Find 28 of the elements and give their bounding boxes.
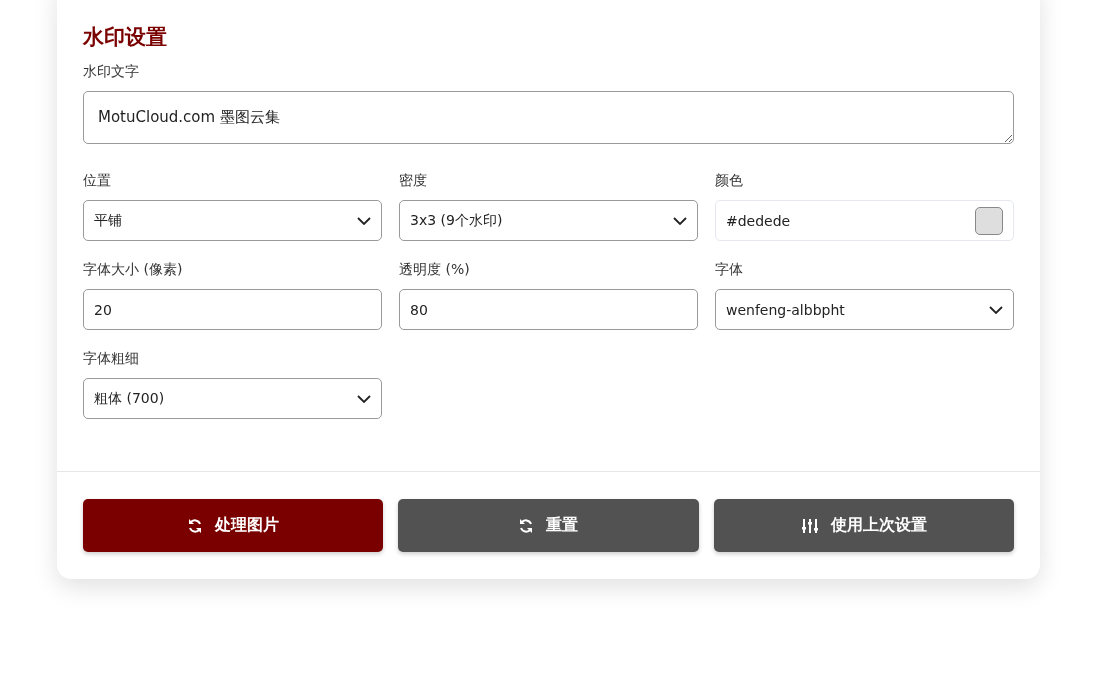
chevron-down-icon [357,216,371,225]
field-label: 字体粗细 [83,350,140,368]
chevron-down-icon [673,216,687,225]
input-field[interactable]: 80 [399,289,698,330]
chevron-down-icon [989,305,1003,314]
dropdown[interactable]: 粗体 (700) [83,378,382,419]
field-label: 透明度 (%) [399,261,471,279]
dropdown[interactable]: 3x3 (9个水印) [399,200,698,241]
field-label: 颜色 [715,172,744,190]
field-label: 水印文字 [83,63,140,81]
chevron-down-icon [357,394,371,403]
field-label: 位置 [83,172,112,190]
dropdown[interactable]: wenfeng-albbpht [715,289,1014,330]
refresh-icon [187,517,204,534]
action-button[interactable]: 使用上次设置 [713,499,1014,552]
field-label: 字体大小 (像素) [83,261,184,279]
watermark-text-field[interactable]: MotuCloud.com 墨图云集 [83,91,1014,144]
section-title: 水印设置 [83,24,168,51]
dropdown[interactable]: 平铺 [83,200,382,241]
refresh-icon [518,517,535,534]
field-label: 密度 [399,172,428,190]
action-button[interactable]: 重置 [398,499,699,552]
input-field[interactable]: 20 [83,289,382,330]
field-label: 字体 [715,261,744,279]
color-swatch[interactable] [975,206,1003,235]
color-field[interactable]: #dedede [715,200,1014,241]
sliders-icon [800,517,819,534]
action-button[interactable]: 处理图片 [83,499,384,552]
